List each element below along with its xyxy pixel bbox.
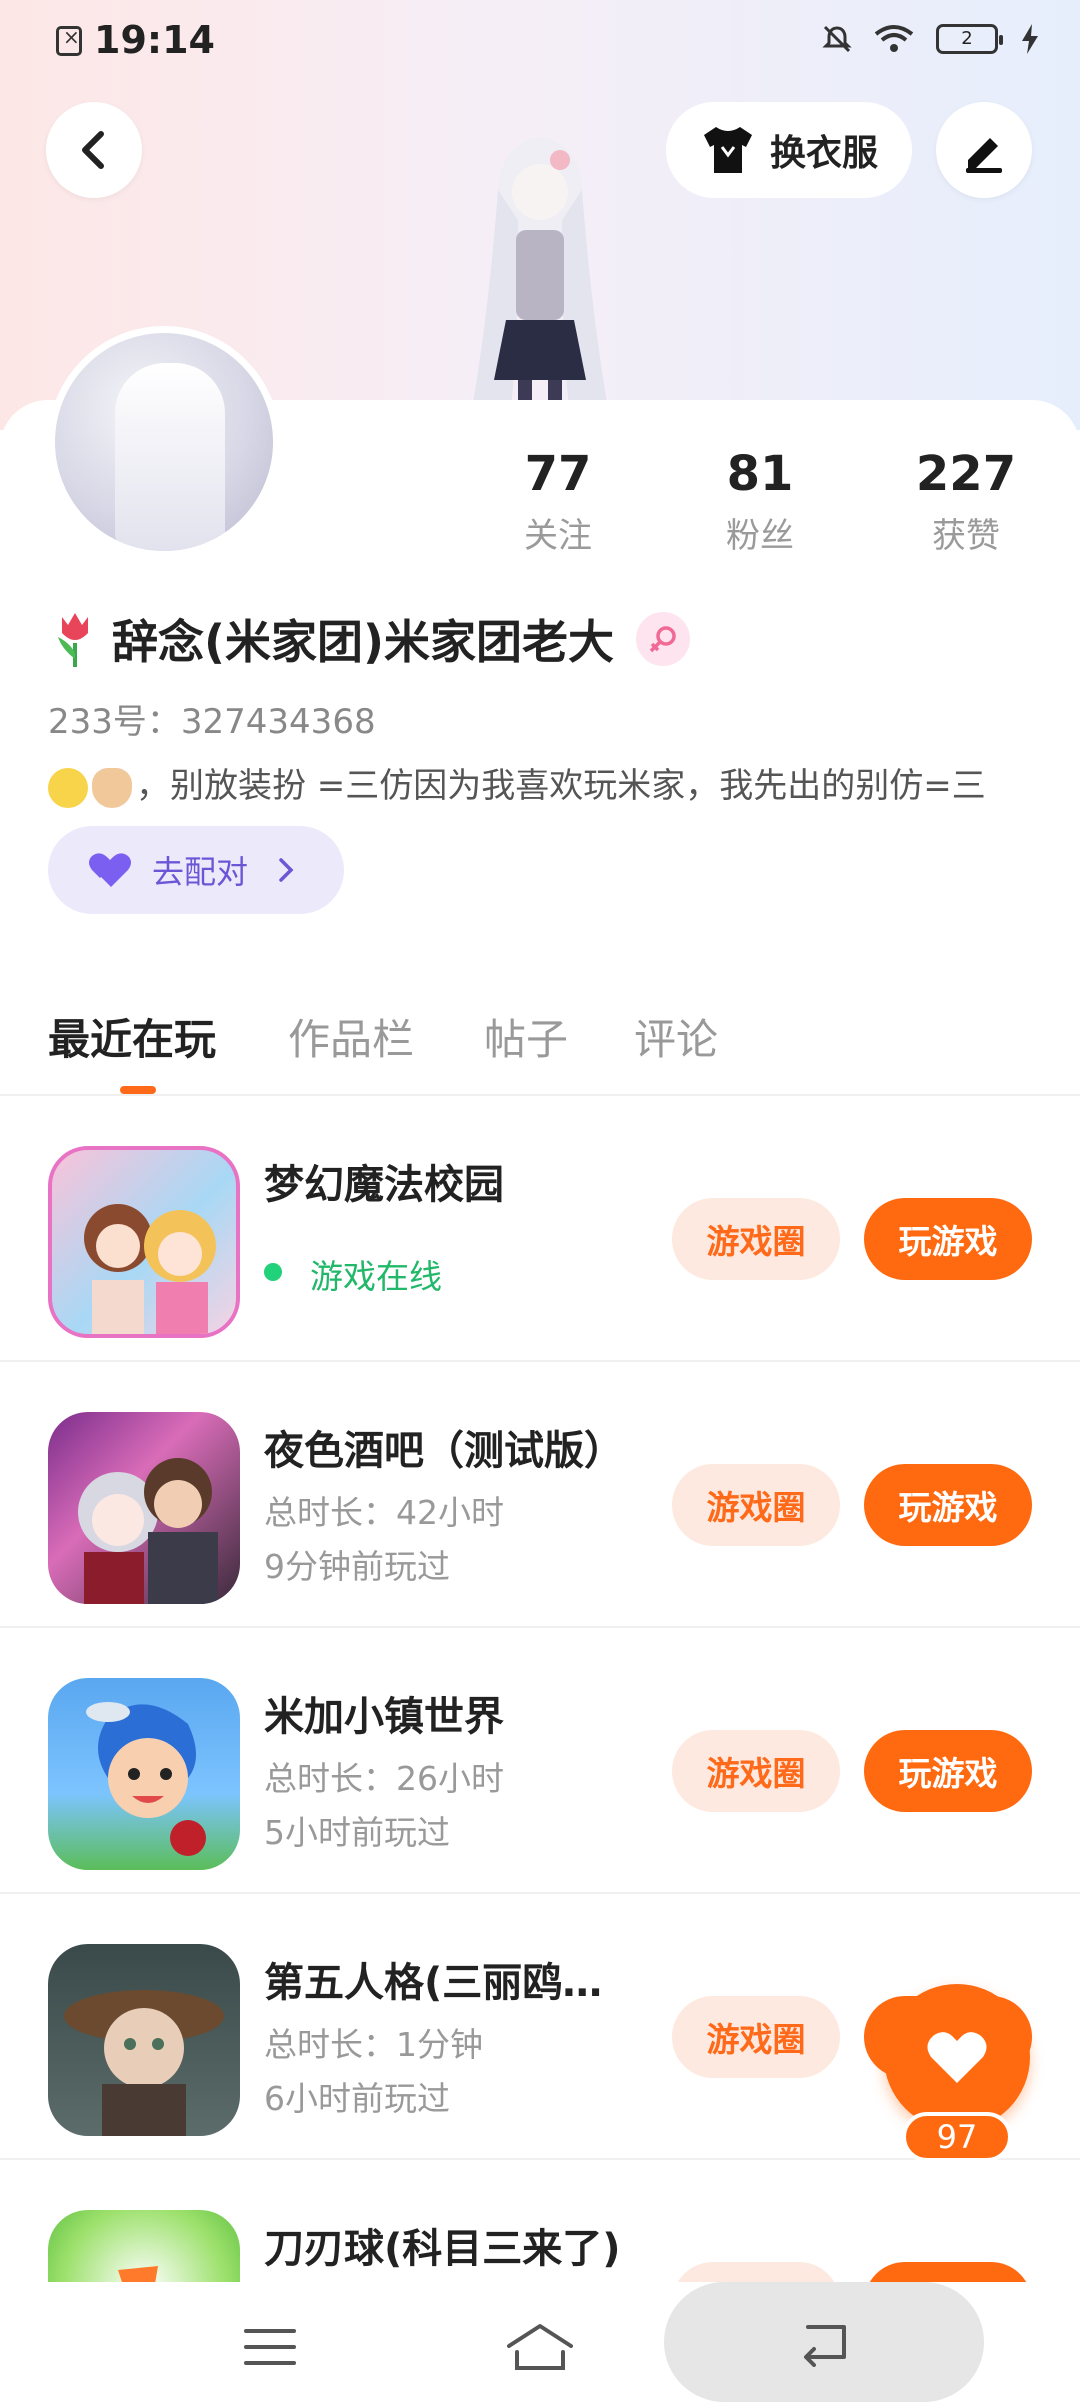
game-icon: [48, 1678, 240, 1870]
user-id: 233号：327434368: [48, 702, 376, 742]
chevron-left-icon: [82, 131, 104, 169]
active-tab-indicator: [120, 1086, 156, 1094]
edit-profile-button[interactable]: [936, 102, 1032, 198]
wifi-icon: [874, 25, 914, 52]
game-last-played: 5小时前玩过: [264, 1813, 450, 1852]
female-icon: [649, 626, 676, 653]
tab-works[interactable]: 作品栏: [288, 1006, 414, 1067]
bio-text: ，别放装扮 =三仿因为我喜欢玩米家，我先出的别仿=三: [136, 766, 986, 806]
chevron-right-icon: [279, 858, 294, 882]
stat-likes[interactable]: 227 获赞: [896, 446, 1036, 557]
game-circle-button[interactable]: 游戏圈: [672, 1198, 840, 1280]
heart-icon: [927, 2032, 987, 2083]
stat-followers[interactable]: 81 粉丝: [690, 446, 830, 557]
profile-name: 辞念(米家团)米家团老大: [112, 615, 615, 669]
play-game-button[interactable]: 玩游戏: [864, 1730, 1032, 1812]
stat-following-label: 关注: [524, 516, 592, 556]
profile-bio: ，别放装扮 =三仿因为我喜欢玩米家，我先出的别仿=三: [48, 758, 1038, 808]
game-status: 游戏在线: [310, 1257, 442, 1296]
game-title: 梦幻魔法校园: [264, 1162, 504, 1208]
game-row[interactable]: 米加小镇世界 总时长：26小时 5小时前玩过 游戏圈 玩游戏: [0, 1628, 1080, 1894]
status-bar: 19:14 2: [0, 0, 1080, 80]
game-row[interactable]: 夜色酒吧（测试版） 总时长：42小时 9分钟前玩过 游戏圈 玩游戏: [0, 1362, 1080, 1628]
avatar-hair: [115, 363, 225, 551]
double-heart-icon: [89, 853, 131, 890]
tab-recent-games[interactable]: 最近在玩: [48, 1006, 216, 1067]
stat-likes-label: 获赞: [932, 516, 1000, 556]
back-nav-button[interactable]: [664, 2282, 984, 2402]
change-outfit-button[interactable]: 换衣服: [666, 102, 912, 198]
tab-comments[interactable]: 评论: [634, 1006, 718, 1067]
game-artwork: [86, 1702, 206, 1856]
stat-likes-value: 227: [915, 446, 1017, 502]
game-icon: [48, 1146, 240, 1338]
battery-icon: 2: [936, 24, 1003, 54]
game-last-played: 9分钟前玩过: [264, 1547, 450, 1586]
game-artwork: [84, 1204, 216, 1334]
play-game-button[interactable]: 玩游戏: [864, 1198, 1032, 1280]
tab-posts[interactable]: 帖子: [484, 1006, 568, 1067]
game-playtime: 总时长：1分钟: [264, 2025, 483, 2064]
charging-icon: [1022, 24, 1038, 54]
home-button[interactable]: [490, 2312, 590, 2382]
change-outfit-label: 换衣服: [769, 133, 878, 174]
game-title: 刀刃球(科目三来了): [264, 2226, 621, 2272]
play-game-button[interactable]: 玩游戏: [864, 1464, 1032, 1546]
emoji-face-icon: [48, 767, 88, 808]
sim-off-icon: [56, 25, 82, 56]
gender-badge: [636, 612, 691, 666]
game-title: 夜色酒吧（测试版）: [264, 1428, 624, 1474]
game-circle-button[interactable]: 游戏圈: [672, 1996, 840, 2078]
status-time: 19:14: [94, 18, 215, 62]
game-artwork: [78, 1458, 218, 1604]
menu-icon: [244, 2329, 296, 2365]
shirt-icon: [703, 127, 752, 173]
stat-following[interactable]: 77 关注: [488, 446, 628, 557]
stat-followers-value: 81: [726, 446, 794, 502]
return-icon: [804, 2325, 846, 2367]
match-label: 去配对: [152, 853, 249, 891]
back-button[interactable]: [46, 102, 142, 198]
game-circle-button[interactable]: 游戏圈: [672, 1464, 840, 1546]
game-row[interactable]: 梦幻魔法校园 游戏在线 游戏圈 玩游戏: [0, 1096, 1080, 1362]
game-circle-button[interactable]: 游戏圈: [672, 1730, 840, 1812]
like-fab-button[interactable]: [884, 1984, 1030, 2130]
game-icon: [48, 1412, 240, 1604]
status-icons: 2: [822, 24, 1040, 54]
tulip-icon: [58, 613, 88, 667]
game-title: 第五人格(三丽鸥…: [264, 1960, 603, 2006]
pencil-icon: [966, 138, 1002, 173]
game-icon: [48, 1944, 240, 2136]
match-button[interactable]: 去配对: [48, 826, 344, 914]
like-count-badge: 97: [902, 2112, 1012, 2162]
bell-off-icon: [822, 25, 852, 53]
game-playtime: 总时长：26小时: [264, 1759, 504, 1798]
stat-following-value: 77: [524, 446, 592, 502]
system-navigation-bar: [0, 2282, 1080, 2408]
avatar[interactable]: [48, 326, 280, 558]
character-avatar-image: [470, 138, 610, 440]
stat-followers-label: 粉丝: [726, 516, 794, 556]
game-artwork: [64, 1990, 224, 2136]
name-row: 辞念(米家团)米家团老大: [48, 606, 691, 672]
game-title: 米加小镇世界: [264, 1694, 504, 1740]
profile-tabs: 最近在玩 作品栏 帖子 评论: [0, 990, 1080, 1096]
emoji-noodles-icon: [92, 767, 132, 808]
home-icon: [507, 2324, 573, 2370]
profile-page: 19:14 2: [0, 0, 1080, 2408]
game-last-played: 6小时前玩过: [264, 2079, 450, 2118]
game-playtime: 总时长：42小时: [264, 1493, 504, 1532]
recent-apps-button[interactable]: [222, 2312, 318, 2382]
